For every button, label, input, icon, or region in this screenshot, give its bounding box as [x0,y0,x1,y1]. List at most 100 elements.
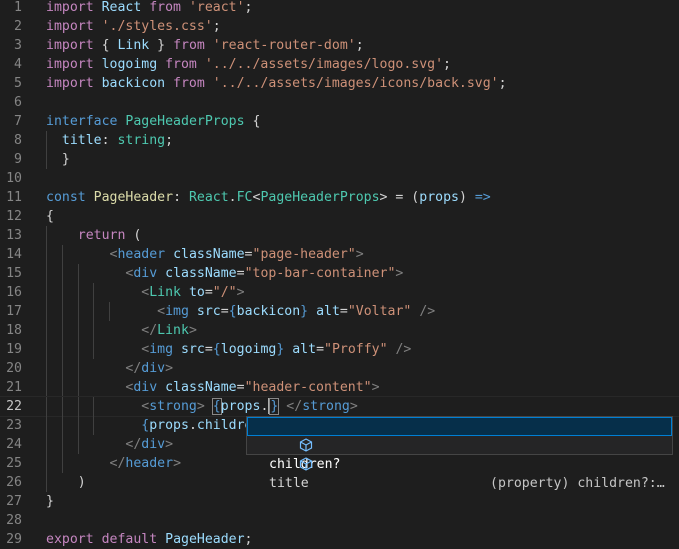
code-text: import backicon from '../../assets/image… [46,74,507,93]
code-token: "page-header" [252,247,356,262]
code-token: = [236,380,245,395]
code-line[interactable]: 7 interface PageHeaderProps { [0,112,679,131]
code-token: : [101,133,118,148]
code-token: : [173,190,189,205]
line-number: 16 [6,285,22,300]
code-token: { [212,342,221,357]
code-token: div [141,437,166,452]
line-number: 8 [14,133,22,148]
code-token: Link [149,285,181,300]
code-line[interactable]: 10 [0,169,679,188]
code-text: <img src={backicon} alt="Voltar" /> [46,302,435,321]
code-token: className [165,380,237,395]
code-token: interface [46,114,118,129]
code-text: { [46,207,54,226]
code-token: backicon [236,304,301,319]
code-token: ; [498,76,507,91]
line-number: 6 [14,95,22,110]
line-number: 1 [14,0,22,15]
code-token: = [204,285,213,300]
code-line[interactable]: 15 <div className="top-bar-container"> [0,264,679,283]
line-number: 23 [6,418,22,433]
code-token: 'react' [188,0,245,15]
code-token: } [300,304,309,319]
code-text: } [46,492,54,511]
code-token: backicon [93,76,174,91]
code-line[interactable]: 6 [0,93,679,112]
code-token: ) [458,190,475,205]
line-number: 3 [14,38,22,53]
line-number: 21 [6,380,22,395]
code-token: </ [109,456,126,471]
code-text: </Link> [46,321,197,340]
suggest-item-title[interactable]: title [247,436,672,491]
code-token: . [228,190,237,205]
code-token: < [157,304,166,319]
code-line[interactable]: 3 import { Link } from 'react-router-dom'… [0,36,679,55]
code-token: from [149,0,181,15]
code-token: './styles.css' [101,19,213,34]
code-line[interactable]: 9 } [0,150,679,169]
code-token: { [228,304,237,319]
line-number: 14 [6,247,22,262]
line-number: 24 [6,437,22,452]
code-text: <div className="top-bar-container"> [46,264,403,283]
code-token: = [236,266,245,281]
code-text: title: string; [46,131,173,150]
autocomplete-suggest-widget[interactable]: children? (property) children?:… title [246,416,673,491]
code-token: div [133,266,158,281]
code-line[interactable]: 27} [0,492,679,511]
code-token: = [204,342,213,357]
code-token: > [236,285,245,300]
code-line[interactable]: 17 <img src={backicon} alt="Voltar" /> [0,302,679,321]
code-token: img [165,304,189,319]
code-token: { [244,114,261,129]
code-line[interactable]: 22 <strong> {props.} </strong> [0,396,679,417]
code-line[interactable]: 12 { [0,207,679,226]
code-text: import logoimg from '../../assets/images… [46,55,451,74]
code-token: img [149,342,174,357]
code-token: = [244,247,253,262]
code-token: import [46,57,94,72]
code-line[interactable]: 21 <div className="header-content"> [0,378,679,397]
code-token: </ [125,437,142,452]
code-line[interactable]: 19 <img src={logoimg} alt="Proffy" /> [0,340,679,359]
property-icon [251,438,312,471]
code-token: { [46,209,54,224]
code-line[interactable]: 18 </Link> [0,321,679,340]
code-line[interactable]: 14 <header className="page-header"> [0,245,679,264]
code-token: className [173,247,245,262]
code-line[interactable]: 5 import backicon from '../../assets/imag… [0,74,679,93]
code-token: import [46,38,94,53]
code-line[interactable]: 4 import logoimg from '../../assets/image… [0,55,679,74]
code-token: src [181,342,205,357]
code-line[interactable]: 28 [0,511,679,530]
line-number: 9 [14,152,22,167]
code-text: <img src={logoimg} alt="Proffy" /> [46,340,411,359]
code-line[interactable]: 2 import './styles.css'; [0,17,679,36]
code-line[interactable]: 11 const PageHeader: React.FC<PageHeaderP… [0,188,679,207]
code-token: "header-content" [244,380,372,395]
code-token: } [46,494,54,509]
suggest-item-children[interactable]: children? (property) children?:… [247,417,672,491]
code-token: </ [286,399,303,414]
code-token: strong [149,399,197,414]
code-line[interactable]: 8 title: string; [0,131,679,150]
code-line[interactable]: 13 return ( [0,226,679,245]
code-token: import [46,19,94,34]
code-line[interactable]: 20 </div> [0,359,679,378]
code-line[interactable]: 16 <Link to="/"> [0,283,679,302]
code-line[interactable]: 1 import React from 'react'; [0,0,679,17]
line-number: 28 [6,513,22,528]
code-token: ; [443,57,451,72]
